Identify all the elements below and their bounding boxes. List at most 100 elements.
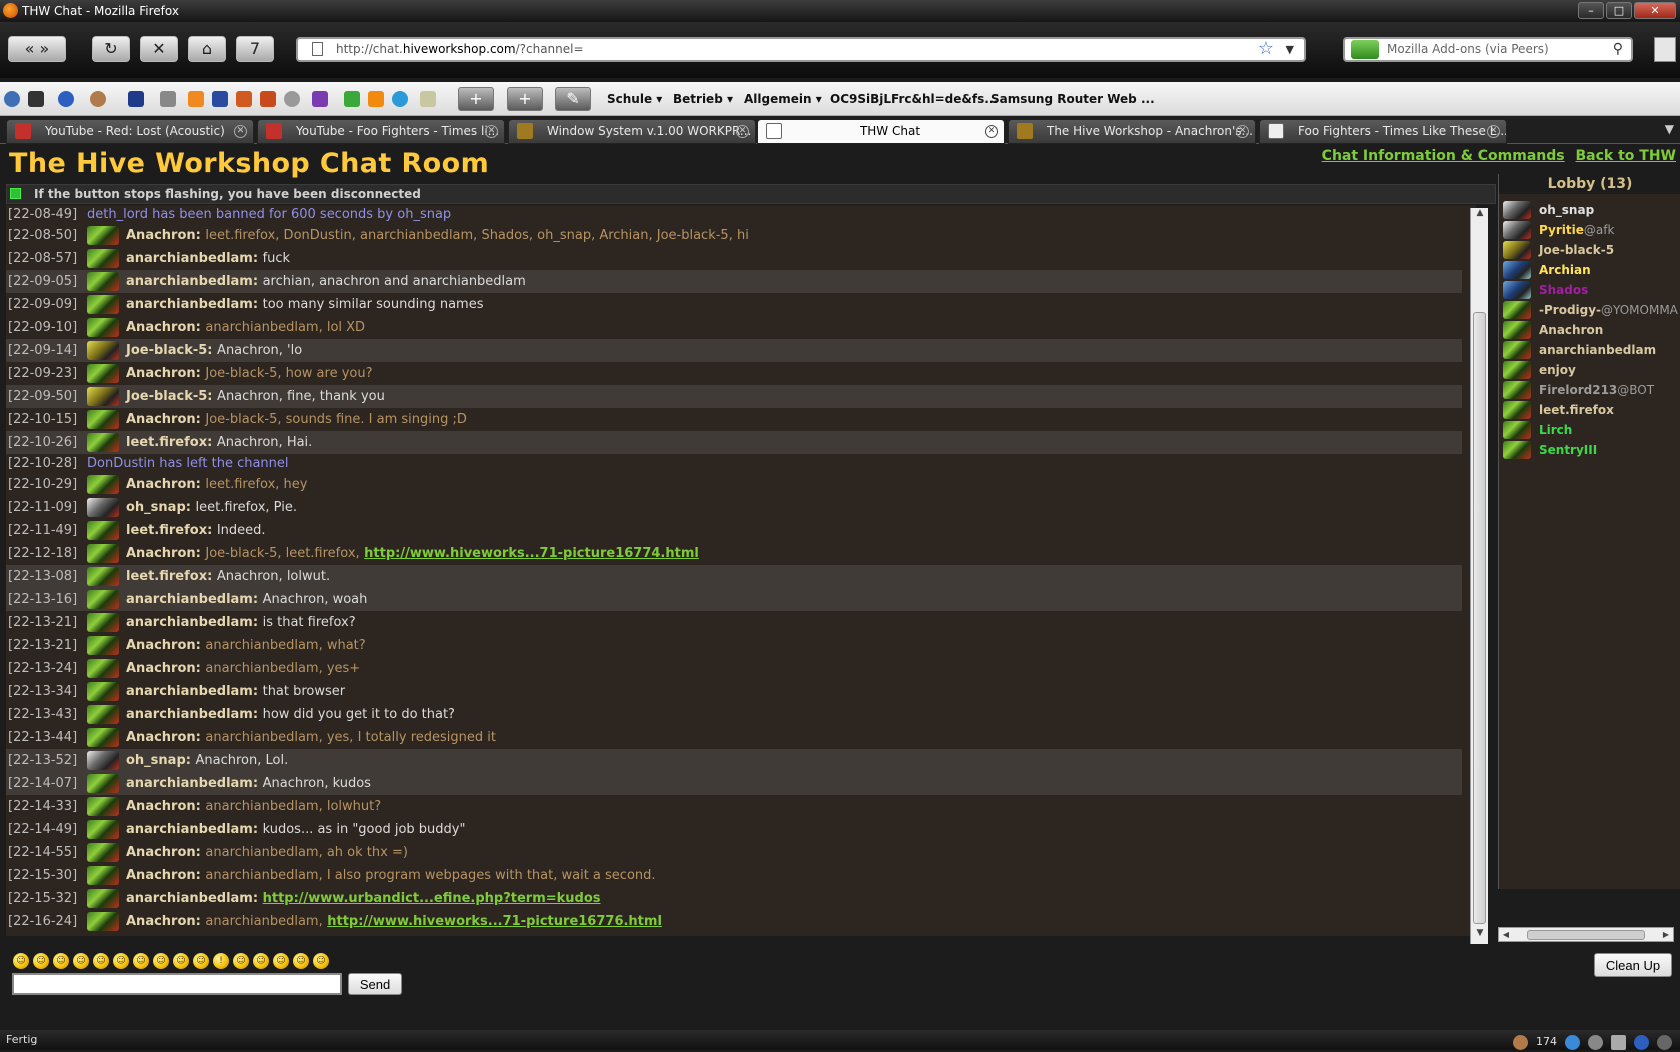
back-to-thw-link[interactable]: Back to THW bbox=[1576, 148, 1677, 164]
message-author[interactable]: Anachron: bbox=[126, 868, 201, 883]
message-author[interactable]: anarchianbedlam: bbox=[126, 891, 258, 906]
smiley-icon[interactable]: ☺ bbox=[33, 953, 49, 969]
save-icon[interactable] bbox=[128, 91, 144, 107]
smiley-icon[interactable]: ☺ bbox=[133, 953, 149, 969]
bookmark-link-router[interactable]: Samsung Router Web ... bbox=[991, 82, 1155, 116]
settings-icon[interactable] bbox=[284, 91, 300, 107]
url-bar[interactable]: http://chat.hiveworkshop.com/?channel= ☆… bbox=[296, 37, 1306, 62]
smiley-icon[interactable]: ! bbox=[213, 953, 229, 969]
smiley-icon[interactable]: ☺ bbox=[273, 953, 289, 969]
tab-foo-fighters[interactable]: Foo Fighters - Times Like These L... ✕ bbox=[1259, 119, 1507, 144]
smiley-icon[interactable]: ☺ bbox=[13, 953, 29, 969]
smiley-icon[interactable]: ☺ bbox=[173, 953, 189, 969]
sidebar-toggle-icon[interactable] bbox=[1654, 37, 1676, 62]
tab-window-system[interactable]: Window System v.1.00 WORKPR... ✕ bbox=[508, 119, 756, 144]
lobby-user[interactable]: Joe-black-5 bbox=[1499, 240, 1680, 260]
cookie-icon[interactable] bbox=[90, 91, 106, 107]
message-author[interactable]: oh_snap: bbox=[126, 753, 191, 768]
bookmark-star-icon[interactable]: ☆ bbox=[1258, 38, 1274, 59]
sync-icon[interactable] bbox=[4, 91, 20, 107]
smiley-icon[interactable]: ☺ bbox=[113, 953, 129, 969]
image-icon[interactable] bbox=[420, 91, 436, 107]
stop-button[interactable]: ✕ bbox=[140, 36, 178, 62]
lobby-user[interactable]: enjoy bbox=[1499, 360, 1680, 380]
smiley-icon[interactable]: ☺ bbox=[233, 953, 249, 969]
lobby-user[interactable]: SentryIII bbox=[1499, 440, 1680, 460]
message-input[interactable] bbox=[12, 973, 342, 995]
tab-close-icon[interactable]: ✕ bbox=[736, 125, 749, 138]
message-author[interactable]: Anachron: bbox=[126, 412, 201, 427]
chat-scrollbar[interactable]: ▲ ▼ bbox=[1470, 208, 1488, 944]
download-icon[interactable] bbox=[236, 91, 252, 107]
url-dropdown-icon[interactable]: ▼ bbox=[1286, 39, 1294, 60]
feed-reader-icon[interactable] bbox=[188, 91, 204, 107]
chat-info-link[interactable]: Chat Information & Commands bbox=[1322, 148, 1565, 164]
lobby-user[interactable]: leet.firefox bbox=[1499, 400, 1680, 420]
message-author[interactable]: anarchianbedlam: bbox=[126, 251, 258, 266]
grid-icon[interactable] bbox=[312, 91, 328, 107]
scroll-down-icon[interactable]: ▼ bbox=[1471, 928, 1489, 944]
lobby-user[interactable]: anarchianbedlam bbox=[1499, 340, 1680, 360]
pencil-icon[interactable] bbox=[1588, 1034, 1603, 1050]
message-author[interactable]: Anachron: bbox=[126, 366, 201, 381]
smiley-icon[interactable]: ☺ bbox=[153, 953, 169, 969]
back-forward-button[interactable]: « » bbox=[8, 36, 66, 62]
minimize-button[interactable]: – bbox=[1578, 2, 1604, 19]
message-author[interactable]: Joe-black-5: bbox=[126, 389, 213, 404]
firebug-icon[interactable] bbox=[260, 91, 276, 107]
tab-close-icon[interactable]: ✕ bbox=[985, 125, 998, 138]
chat-log[interactable]: [22-08-49] deth_lord has been banned for … bbox=[6, 205, 1476, 936]
message-author[interactable]: Anachron: bbox=[126, 914, 201, 929]
message-author[interactable]: anarchianbedlam: bbox=[126, 822, 258, 837]
addon-icon[interactable] bbox=[212, 91, 228, 107]
message-author[interactable]: Anachron: bbox=[126, 799, 201, 814]
message-author[interactable]: Anachron: bbox=[126, 845, 201, 860]
tab-close-icon[interactable]: ✕ bbox=[485, 125, 498, 138]
list-all-tabs-icon[interactable]: ▼ bbox=[1665, 122, 1674, 136]
smiley-icon[interactable]: ☺ bbox=[93, 953, 109, 969]
message-author[interactable]: Anachron: bbox=[126, 638, 201, 653]
message-author[interactable]: anarchianbedlam: bbox=[126, 707, 258, 722]
skype-icon[interactable] bbox=[58, 91, 74, 107]
message-author[interactable]: Anachron: bbox=[126, 320, 201, 335]
clean-up-button[interactable]: Clean Up bbox=[1594, 953, 1672, 977]
message-author[interactable]: Anachron: bbox=[126, 546, 201, 561]
message-author[interactable]: oh_snap: bbox=[126, 500, 191, 515]
close-window-button[interactable]: ✕ bbox=[1634, 2, 1676, 19]
history-button[interactable]: 7 bbox=[236, 36, 274, 62]
tab-hive-anachron[interactable]: The Hive Workshop - Anachron's... ✕ bbox=[1008, 119, 1256, 144]
smiley-icon[interactable]: ☺ bbox=[253, 953, 269, 969]
lobby-user[interactable]: Shados bbox=[1499, 280, 1680, 300]
search-icon[interactable]: ⚲ bbox=[1613, 39, 1623, 60]
add-toolbar-button[interactable]: + bbox=[458, 87, 494, 111]
new-tab-button[interactable]: + bbox=[507, 87, 543, 111]
scroll-right-icon[interactable]: ▶ bbox=[1659, 928, 1673, 942]
bookmark-folder-schule[interactable]: Schule ▾ bbox=[607, 82, 662, 116]
lobby-user[interactable]: Lirch bbox=[1499, 420, 1680, 440]
smiley-icon[interactable]: ☺ bbox=[293, 953, 309, 969]
skype-status-icon[interactable] bbox=[1634, 1034, 1649, 1050]
message-author[interactable]: anarchianbedlam: bbox=[126, 592, 258, 607]
reload-button[interactable]: ↻ bbox=[92, 36, 130, 62]
tray-menu-icon[interactable] bbox=[1657, 1034, 1672, 1050]
smiley-icon[interactable]: ☺ bbox=[53, 953, 69, 969]
lobby-horizontal-scrollbar[interactable]: ◀ ▶ bbox=[1498, 927, 1674, 942]
message-link[interactable]: http://www.hiveworks...71-picture16776.h… bbox=[327, 914, 662, 929]
maximize-button[interactable]: □ bbox=[1606, 2, 1632, 19]
lobby-user[interactable]: oh_snap bbox=[1499, 200, 1680, 220]
message-author[interactable]: anarchianbedlam: bbox=[126, 297, 258, 312]
tab-youtube-foo[interactable]: YouTube - Foo Fighters - Times li... ✕ bbox=[257, 119, 505, 144]
message-link[interactable]: http://www.hiveworks...71-picture16774.h… bbox=[364, 546, 699, 561]
message-author[interactable]: leet.firefox: bbox=[126, 435, 212, 450]
message-link[interactable]: http://www.urbandict...efine.php?term=ku… bbox=[263, 891, 601, 906]
home-button[interactable]: ⌂ bbox=[188, 36, 226, 62]
bookmark-folder-allgemein[interactable]: Allgemein ▾ bbox=[744, 82, 822, 116]
tab-close-icon[interactable]: ✕ bbox=[1487, 125, 1500, 138]
message-author[interactable]: leet.firefox: bbox=[126, 569, 212, 584]
tools-icon[interactable] bbox=[160, 91, 176, 107]
chat-bubble-icon[interactable] bbox=[392, 91, 408, 107]
addons-icon[interactable] bbox=[1351, 40, 1379, 59]
cookie-icon[interactable] bbox=[1513, 1034, 1528, 1050]
scroll-thumb[interactable] bbox=[1527, 930, 1645, 940]
message-author[interactable]: anarchianbedlam: bbox=[126, 684, 258, 699]
